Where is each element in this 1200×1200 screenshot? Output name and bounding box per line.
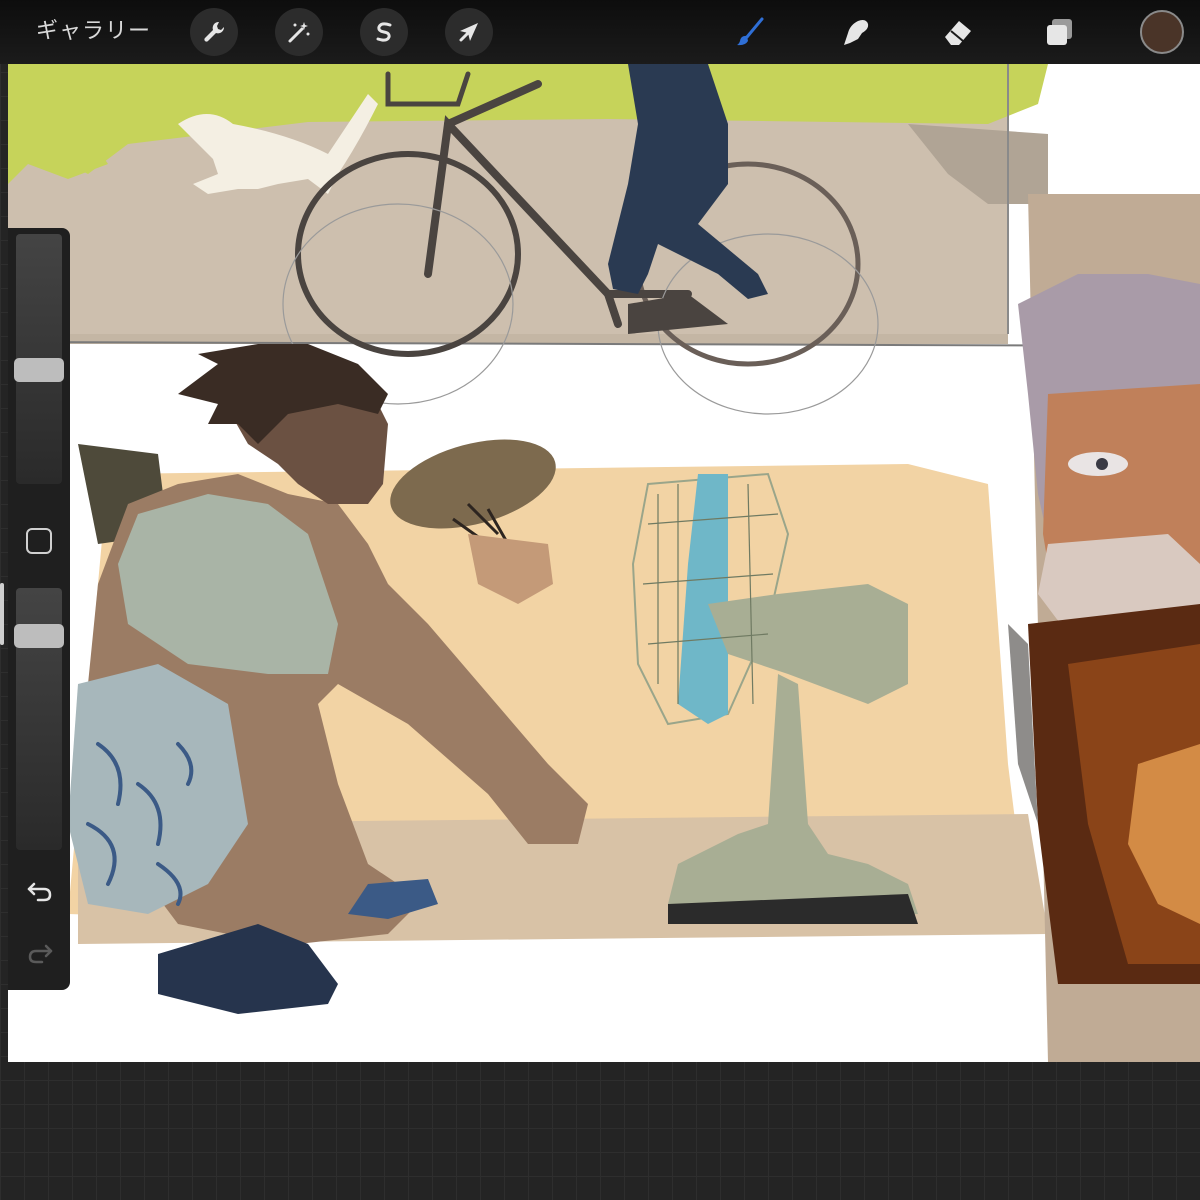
modify-button[interactable] <box>26 528 52 554</box>
undo-icon <box>27 882 52 902</box>
actions-button[interactable] <box>190 8 238 56</box>
top-toolbar: ギャラリー <box>0 0 1200 64</box>
transform-button[interactable] <box>445 8 493 56</box>
brush-tool-button[interactable] <box>730 12 770 52</box>
undo-button[interactable] <box>22 872 58 908</box>
eraser-icon <box>945 21 971 45</box>
top-panel-street-scene <box>8 64 1200 415</box>
layers-icon <box>1047 19 1072 45</box>
brush-icon <box>737 17 764 46</box>
eraser-tool-button[interactable] <box>938 12 978 52</box>
magic-wand-icon <box>288 22 310 43</box>
smudge-tool-button[interactable] <box>835 12 875 52</box>
smudge-finger-icon <box>844 20 869 45</box>
left-sidebar <box>8 228 70 990</box>
artwork <box>8 64 1200 1062</box>
sidebar-drag-handle[interactable] <box>0 583 4 645</box>
gallery-button[interactable]: ギャラリー <box>36 16 151 48</box>
arrow-cursor-icon <box>459 23 478 42</box>
layers-button[interactable] <box>1040 12 1080 52</box>
bottom-panel-boy-with-fan <box>68 344 1048 1014</box>
redo-button[interactable] <box>22 934 58 970</box>
wrench-icon <box>204 21 225 42</box>
selection-button[interactable] <box>360 8 408 56</box>
opacity-thumb[interactable] <box>14 623 64 648</box>
brush-size-thumb[interactable] <box>14 358 64 383</box>
drawing-canvas[interactable] <box>8 64 1200 1062</box>
selection-s-icon <box>376 22 392 42</box>
redo-icon <box>28 944 53 964</box>
color-picker-button[interactable] <box>1140 10 1184 54</box>
adjustments-button[interactable] <box>275 8 323 56</box>
